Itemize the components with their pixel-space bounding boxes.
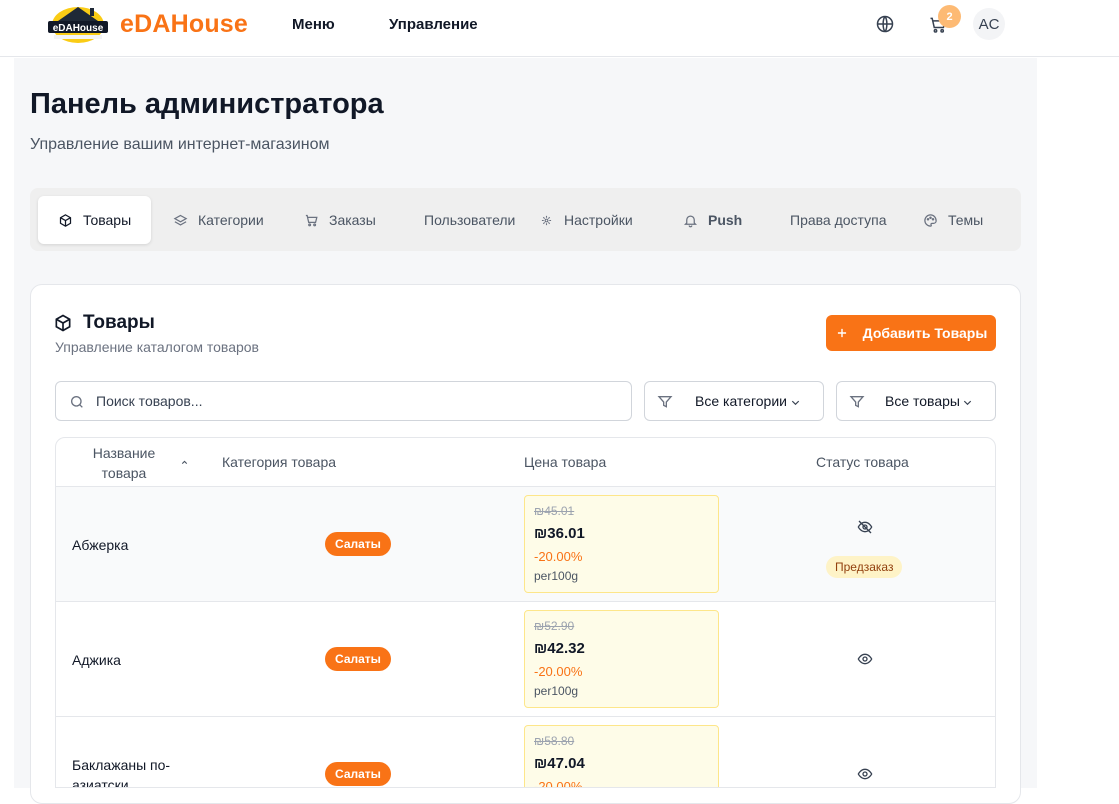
add-product-button[interactable]: Добавить Товары	[826, 315, 996, 351]
discount: -20.00%	[534, 664, 583, 679]
discount: -20.00%	[534, 779, 583, 788]
box-icon	[55, 314, 71, 332]
plus-icon	[837, 328, 846, 338]
logo-icon[interactable]: eDAHouse	[44, 3, 112, 45]
tab-access-rights[interactable]: Права доступа	[790, 196, 886, 244]
column-header-category: Категория товара	[222, 454, 337, 470]
chevron-down-icon	[963, 400, 972, 406]
card-title: Товары	[53, 312, 155, 334]
discount: -20.00%	[534, 549, 583, 564]
tab-settings[interactable]: Настройки	[541, 196, 633, 244]
category-badge: Салаты	[325, 532, 391, 556]
search-box	[55, 381, 632, 421]
search-input[interactable]	[96, 382, 616, 420]
product-name: Абжерка	[72, 537, 129, 553]
filter-icon	[849, 396, 865, 408]
current-price: ₪36.01	[534, 525, 585, 542]
tab-themes[interactable]: Темы	[923, 196, 983, 244]
current-price: ₪47.04	[534, 755, 585, 772]
card-subtitle: Управление каталогом товаров	[55, 339, 259, 355]
price-box: ₪52.90 ₪42.32 -20.00% per100g	[524, 610, 719, 708]
tab-users[interactable]: Пользователи	[424, 196, 515, 244]
product-name: Аджика	[72, 652, 121, 668]
preorder-badge: Предзаказ	[826, 556, 903, 578]
category-filter[interactable]: Все категории	[644, 381, 824, 421]
admin-tabs: Товары Категории Заказы Пользователи Нас…	[30, 188, 1021, 251]
page-title: Панель администратора	[30, 88, 384, 120]
brand-name[interactable]: eDAHouse	[120, 10, 248, 39]
category-filter-value: Все категории	[695, 393, 787, 409]
tab-orders[interactable]: Заказы	[304, 196, 376, 244]
table-row[interactable]: Баклажаны по-азиатски Салаты ₪58.80 ₪47.…	[56, 716, 995, 788]
eye-off-icon[interactable]	[857, 519, 873, 535]
eye-icon[interactable]	[857, 766, 873, 782]
chevron-down-icon	[791, 400, 800, 406]
cart-icon	[305, 214, 318, 226]
column-header-price: Цена товара	[524, 454, 607, 470]
tab-categories[interactable]: Категории	[173, 196, 264, 244]
price-unit: per100g	[534, 684, 579, 698]
box-icon	[59, 213, 72, 227]
old-price: ₪58.80	[534, 734, 575, 748]
layers-icon	[173, 214, 188, 226]
sort-up-icon[interactable]	[180, 458, 189, 467]
gear-icon	[541, 215, 552, 225]
category-badge: Салаты	[325, 647, 391, 671]
cart-count-badge: 2	[938, 5, 961, 28]
status-filter-value: Все товары	[885, 393, 960, 409]
table-row[interactable]: Аджика Салаты ₪52.90 ₪42.32 -20.00% per1…	[56, 601, 995, 716]
search-icon	[71, 396, 83, 408]
nav-management[interactable]: Управление	[389, 16, 478, 33]
status-filter[interactable]: Все товары	[836, 381, 996, 421]
palette-icon	[924, 213, 937, 227]
old-price: ₪45.01	[534, 504, 575, 518]
price-box: ₪58.80 ₪47.04 -20.00% per100g	[524, 725, 719, 788]
table-row[interactable]: Абжерка Салаты ₪45.01 ₪36.01 -20.00% per…	[56, 486, 995, 601]
product-name: Баклажаны по-азиатски	[72, 757, 171, 788]
filter-icon	[657, 396, 673, 408]
avatar[interactable]: AC	[973, 8, 1005, 40]
eye-icon[interactable]	[857, 651, 873, 667]
tab-products[interactable]: Товары	[38, 196, 152, 244]
category-badge: Салаты	[325, 762, 391, 786]
price-unit: per100g	[534, 569, 579, 583]
nav-menu[interactable]: Меню	[292, 16, 335, 33]
top-header: eDAHouse eDAHouse Меню Управление 2 AC	[0, 0, 1119, 57]
price-box: ₪45.01 ₪36.01 -20.00% per100g	[524, 495, 719, 593]
svg-text:eDAHouse: eDAHouse	[53, 23, 104, 34]
bell-icon	[683, 215, 698, 227]
globe-icon[interactable]	[875, 14, 895, 34]
current-price: ₪42.32	[534, 640, 585, 657]
old-price: ₪52.90	[534, 619, 575, 633]
column-header-status: Статус товара	[816, 454, 909, 470]
products-table: Название товара Категория товара Цена то…	[55, 437, 996, 788]
page-subtitle: Управление вашим интернет-магазином	[30, 136, 330, 153]
tab-push[interactable]: Push	[683, 196, 742, 244]
column-header-name[interactable]: Название товара	[84, 443, 164, 483]
